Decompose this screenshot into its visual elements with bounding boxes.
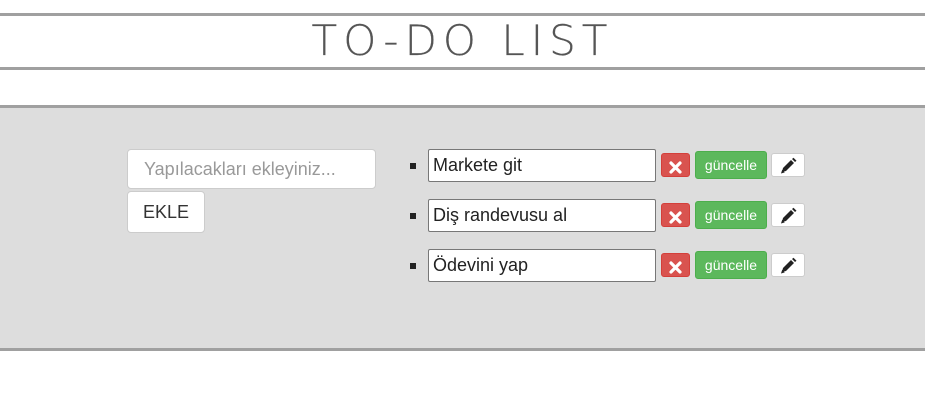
page-title: TO-DO LIST [311,16,614,65]
update-button[interactable]: güncelle [695,151,767,179]
delete-button[interactable] [661,203,690,227]
update-button[interactable]: güncelle [695,251,767,279]
page-header: TO-DO LIST [0,13,925,70]
add-button[interactable]: EKLE [127,191,205,233]
delete-button[interactable] [661,153,690,177]
bullet-icon [410,163,416,169]
todo-item-input[interactable] [428,249,656,282]
close-icon [669,160,682,174]
close-icon [669,260,682,274]
todo-input[interactable] [127,149,376,189]
delete-button[interactable] [661,253,690,277]
pencil-icon [781,157,797,174]
todo-item-input[interactable] [428,149,656,182]
todo-item: güncelle [410,149,810,182]
update-button[interactable]: güncelle [695,201,767,229]
edit-button[interactable] [771,253,805,277]
todo-panel: EKLE güncelle [0,105,925,351]
close-icon [669,210,682,224]
bullet-icon [410,213,416,219]
pencil-icon [781,257,797,274]
edit-button[interactable] [771,153,805,177]
edit-button[interactable] [771,203,805,227]
pencil-icon [781,207,797,224]
todo-item-input[interactable] [428,199,656,232]
todo-item: güncelle [410,249,810,282]
bullet-icon [410,263,416,269]
todo-item: güncelle [410,199,810,232]
